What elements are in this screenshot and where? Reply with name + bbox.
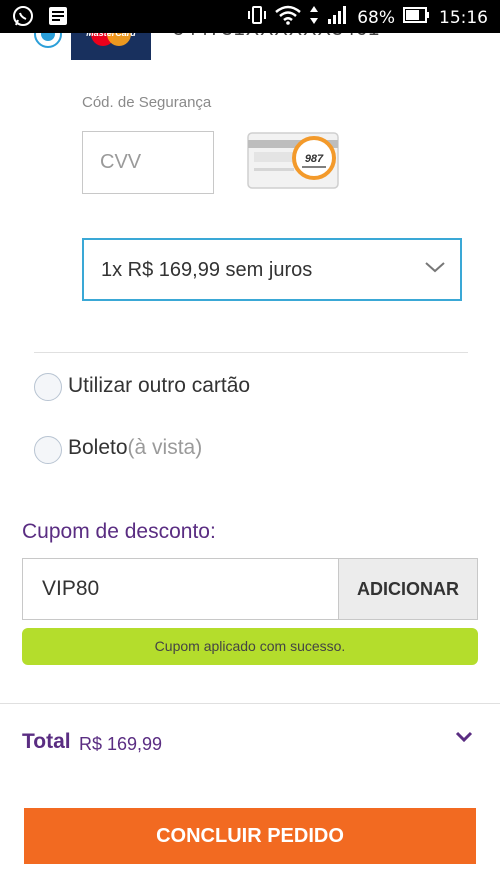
divider [0,703,500,704]
installments-value: 1x R$ 169,99 sem juros [101,259,313,281]
data-arrows-icon [309,5,319,31]
boleto-label: Boleto [68,436,128,459]
wifi-icon [275,5,302,31]
clock: 15:16 [439,8,488,28]
whatsapp-icon [12,5,34,32]
coupon-code-input[interactable]: VIP80 [22,558,339,620]
vibrate-icon [247,5,267,31]
boleto-note: (à vista) [127,436,203,459]
total-label: Total [22,730,71,753]
installments-select[interactable]: 1x R$ 169,99 sem juros [82,238,462,301]
chevron-down-icon[interactable] [455,730,473,749]
status-bar: 68% 15:16 [0,0,500,33]
cvv-card-illustration: 987 [246,130,340,192]
boleto-option[interactable]: Boleto(à vista) [68,436,202,460]
battery-percentage: 68% [357,8,395,28]
security-code-label: Cód. de Segurança [82,94,212,111]
other-card-label[interactable]: Utilizar outro cartão [68,374,250,398]
chevron-down-icon [424,260,446,279]
cvv-input[interactable] [82,131,214,194]
status-left-icons [12,5,68,32]
add-coupon-button[interactable]: ADICIONAR [338,558,478,620]
coupon-title: Cupom de desconto: [22,520,216,543]
total-value: R$ 169,99 [79,734,163,754]
battery-icon [403,5,431,31]
cvv-sample-text: 987 [305,153,324,165]
coupon-success-message: Cupom aplicado com sucesso. [22,628,478,665]
status-right: 68% 15:16 [247,5,488,31]
boleto-radio[interactable] [34,436,62,464]
message-icon [48,6,68,31]
conclude-order-button[interactable]: CONCLUIR PEDIDO [24,808,476,864]
divider [34,352,468,353]
signal-icon [327,5,349,31]
other-card-radio[interactable] [34,373,62,401]
